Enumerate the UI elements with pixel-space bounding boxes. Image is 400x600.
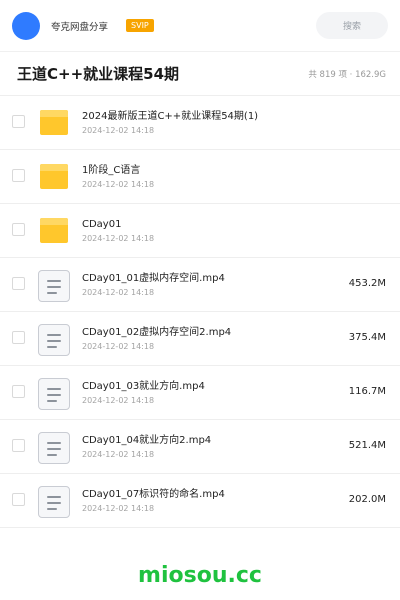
item-size: 521.4M xyxy=(348,440,386,451)
avatar[interactable] xyxy=(12,11,40,40)
item-name: CDay01_07标识符的命名.mp4 xyxy=(82,489,225,500)
row-checkbox[interactable] xyxy=(12,439,25,452)
list-item[interactable]: 2024最新版王道C++就业课程54期(1) 2024-12-02 14:18 xyxy=(0,96,400,150)
row-checkbox[interactable] xyxy=(12,277,25,290)
item-meta: 2024最新版王道C++就业课程54期(1) 2024-12-02 14:18 xyxy=(82,110,258,136)
item-name: 1阶段_C语言 xyxy=(82,165,141,176)
row-checkbox[interactable] xyxy=(12,169,25,182)
item-date: 2024-12-02 14:18 xyxy=(82,450,155,459)
item-name: CDay01_01虚拟内存空间.mp4 xyxy=(82,273,225,284)
item-date: 2024-12-02 14:18 xyxy=(82,342,155,351)
video-file-icon xyxy=(37,484,71,518)
top-bar: 夸克网盘分享 SVIP 搜索 xyxy=(0,0,400,52)
row-checkbox[interactable] xyxy=(12,331,25,344)
item-meta: CDay01_04就业方向2.mp4 2024-12-02 14:18 xyxy=(82,434,211,460)
page-title: 王道C++就业课程54期 xyxy=(17,65,180,83)
row-checkbox[interactable] xyxy=(12,223,25,236)
watermark: miosou.cc xyxy=(138,563,262,588)
item-size: 453.2M xyxy=(348,278,386,289)
item-date: 2024-12-02 14:18 xyxy=(82,180,155,189)
app-name: 夸克网盘分享 xyxy=(51,21,109,33)
item-name: CDay01_02虚拟内存空间2.mp4 xyxy=(82,327,232,338)
video-file-icon xyxy=(37,430,71,464)
item-name: 2024最新版王道C++就业课程54期(1) xyxy=(82,111,259,122)
item-meta: 1阶段_C语言 2024-12-02 14:18 xyxy=(82,164,154,190)
video-file-icon xyxy=(37,376,71,410)
item-count: 共 819 项 · 162.9G xyxy=(308,69,386,80)
item-size: 375.4M xyxy=(348,332,386,343)
svip-badge: SVIP xyxy=(126,19,154,32)
item-meta: CDay01_03就业方向.mp4 2024-12-02 14:18 xyxy=(82,380,205,406)
item-date: 2024-12-02 14:18 xyxy=(82,234,155,243)
row-checkbox[interactable] xyxy=(12,115,25,128)
list-item[interactable]: CDay01_02虚拟内存空间2.mp4 2024-12-02 14:18 375.… xyxy=(0,312,400,366)
folder-icon xyxy=(37,160,71,194)
item-meta: CDay01 2024-12-02 14:18 xyxy=(82,218,154,244)
item-size: 202.0M xyxy=(348,494,386,505)
file-list: 2024最新版王道C++就业课程54期(1) 2024-12-02 14:18 1阶… xyxy=(0,96,400,528)
list-item[interactable]: CDay01_01虚拟内存空间.mp4 2024-12-02 14:18 453.2… xyxy=(0,258,400,312)
folder-icon xyxy=(37,106,71,140)
row-checkbox[interactable] xyxy=(12,493,25,506)
list-item[interactable]: CDay01_03就业方向.mp4 2024-12-02 14:18 116.7M xyxy=(0,366,400,420)
list-item[interactable]: 1阶段_C语言 2024-12-02 14:18 xyxy=(0,150,400,204)
folder-header: 王道C++就业课程54期 共 819 项 · 162.9G xyxy=(0,52,400,96)
item-date: 2024-12-02 14:18 xyxy=(82,504,155,513)
item-date: 2024-12-02 14:18 xyxy=(82,396,155,405)
video-file-icon xyxy=(37,322,71,356)
item-name: CDay01_04就业方向2.mp4 xyxy=(82,435,212,446)
item-meta: CDay01_02虚拟内存空间2.mp4 2024-12-02 14:18 xyxy=(82,326,231,352)
row-checkbox[interactable] xyxy=(12,385,25,398)
item-meta: CDay01_07标识符的命名.mp4 2024-12-02 14:18 xyxy=(82,488,225,514)
item-name: CDay01_03就业方向.mp4 xyxy=(82,381,205,392)
item-date: 2024-12-02 14:18 xyxy=(82,288,155,297)
folder-icon xyxy=(37,214,71,248)
item-name: CDay01 xyxy=(82,219,122,230)
video-file-icon xyxy=(37,268,71,302)
list-item[interactable]: CDay01_04就业方向2.mp4 2024-12-02 14:18 521.4M xyxy=(0,420,400,474)
item-size: 116.7M xyxy=(348,386,386,397)
search-button[interactable]: 搜索 xyxy=(316,12,388,39)
item-date: 2024-12-02 14:18 xyxy=(82,126,155,135)
item-meta: CDay01_01虚拟内存空间.mp4 2024-12-02 14:18 xyxy=(82,272,225,298)
list-item[interactable]: CDay01 2024-12-02 14:18 xyxy=(0,204,400,258)
list-item[interactable]: CDay01_07标识符的命名.mp4 2024-12-02 14:18 202.0… xyxy=(0,474,400,528)
